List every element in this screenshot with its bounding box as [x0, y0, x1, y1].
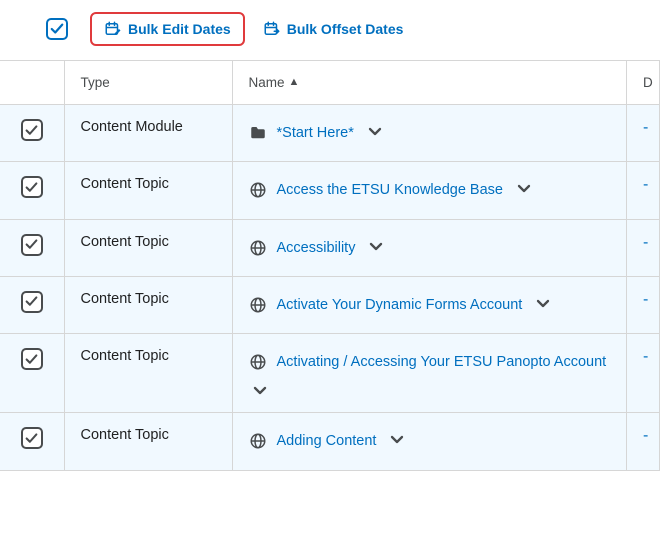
- type-cell: Content Topic: [81, 291, 169, 307]
- globe-icon: [249, 296, 267, 314]
- check-icon: [25, 432, 38, 445]
- type-cell: Content Topic: [81, 234, 169, 250]
- table-row: Content Topic Accessibility -: [0, 219, 660, 276]
- table-row: Content Topic Access the ETSU Knowledge …: [0, 162, 660, 219]
- bulk-edit-label: Bulk Edit Dates: [128, 21, 231, 37]
- check-icon: [25, 181, 38, 194]
- row-checkbox[interactable]: [21, 427, 43, 449]
- due-cell: -: [643, 119, 648, 136]
- row-actions-dropdown[interactable]: [517, 184, 533, 196]
- header-select: [0, 61, 64, 105]
- bulk-offset-dates-button[interactable]: Bulk Offset Dates: [253, 16, 414, 42]
- bulk-edit-highlight: Bulk Edit Dates: [90, 12, 245, 46]
- item-name-link[interactable]: Adding Content: [277, 427, 377, 455]
- due-cell: -: [643, 348, 648, 365]
- check-icon: [50, 22, 64, 36]
- due-cell: -: [643, 427, 648, 444]
- check-icon: [25, 353, 38, 366]
- item-name-link[interactable]: Accessibility: [277, 234, 356, 262]
- table-row: Content Topic Activate Your Dynamic Form…: [0, 276, 660, 333]
- select-all-checkbox[interactable]: [46, 18, 68, 40]
- item-name-link[interactable]: *Start Here*: [277, 119, 354, 147]
- calendar-offset-icon: [263, 20, 281, 38]
- folder-icon: [249, 124, 267, 142]
- toolbar: Bulk Edit Dates Bulk Offset Dates: [0, 0, 660, 60]
- row-checkbox[interactable]: [21, 119, 43, 141]
- type-cell: Content Topic: [81, 176, 169, 192]
- globe-icon: [249, 181, 267, 199]
- due-cell: -: [643, 291, 648, 308]
- check-icon: [25, 295, 38, 308]
- row-actions-dropdown[interactable]: [253, 386, 269, 398]
- item-name-link[interactable]: Activate Your Dynamic Forms Account: [277, 291, 523, 319]
- type-cell: Content Topic: [81, 348, 169, 364]
- items-table: Type Name▲ D Content Module *Start Here*: [0, 60, 660, 471]
- row-checkbox[interactable]: [21, 176, 43, 198]
- check-icon: [25, 124, 38, 137]
- header-name[interactable]: Name▲: [232, 61, 627, 105]
- row-checkbox[interactable]: [21, 348, 43, 370]
- chevron-down-icon: [369, 242, 383, 252]
- due-cell: -: [643, 176, 648, 193]
- check-icon: [25, 238, 38, 251]
- bulk-offset-label: Bulk Offset Dates: [287, 21, 404, 37]
- item-name-link[interactable]: Access the ETSU Knowledge Base: [277, 176, 503, 204]
- row-actions-dropdown[interactable]: [390, 435, 406, 447]
- table-row: Content Module *Start Here* -: [0, 105, 660, 162]
- sort-asc-icon: ▲: [289, 76, 300, 88]
- chevron-down-icon: [253, 386, 267, 396]
- globe-icon: [249, 432, 267, 450]
- due-cell: -: [643, 234, 648, 251]
- chevron-down-icon: [368, 127, 382, 137]
- calendar-edit-icon: [104, 20, 122, 38]
- globe-icon: [249, 353, 267, 371]
- row-actions-dropdown[interactable]: [369, 242, 385, 254]
- type-cell: Content Topic: [81, 427, 169, 443]
- bulk-edit-dates-button[interactable]: Bulk Edit Dates: [94, 16, 241, 42]
- header-due[interactable]: D: [627, 61, 660, 105]
- row-checkbox[interactable]: [21, 291, 43, 313]
- row-actions-dropdown[interactable]: [368, 127, 384, 139]
- chevron-down-icon: [536, 299, 550, 309]
- globe-icon: [249, 239, 267, 257]
- row-checkbox[interactable]: [21, 234, 43, 256]
- chevron-down-icon: [517, 184, 531, 194]
- row-actions-dropdown[interactable]: [536, 299, 552, 311]
- type-cell: Content Module: [81, 119, 183, 135]
- item-name-link[interactable]: Activating / Accessing Your ETSU Panopto…: [277, 348, 607, 376]
- table-row: Content Topic Activating / Accessing You…: [0, 334, 660, 413]
- header-type[interactable]: Type: [64, 61, 232, 105]
- chevron-down-icon: [390, 435, 404, 445]
- table-row: Content Topic Adding Content -: [0, 413, 660, 470]
